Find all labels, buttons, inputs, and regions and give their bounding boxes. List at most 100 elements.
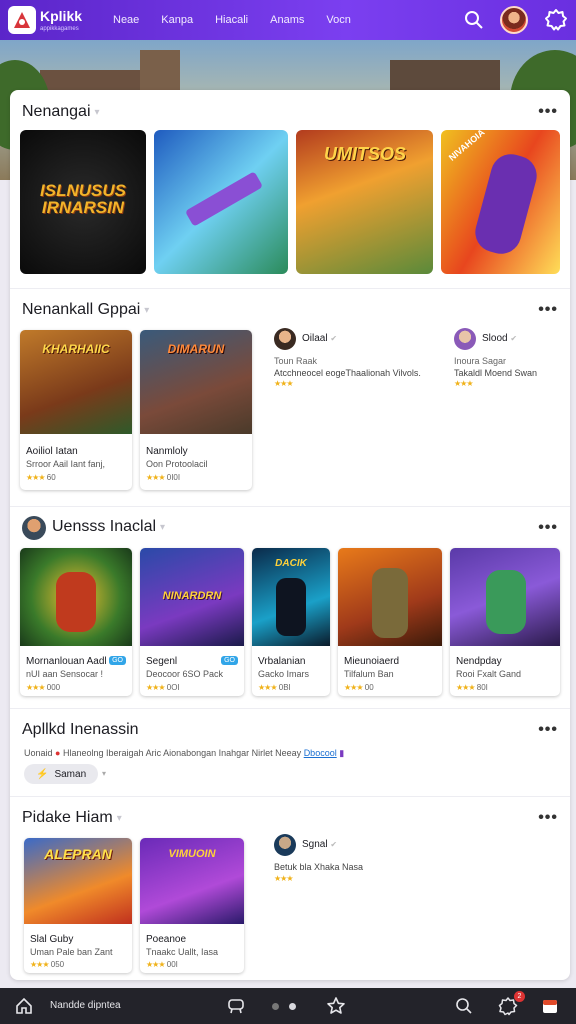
rating-count: 60 xyxy=(46,473,56,482)
game-card-rating: ★★★ 050 xyxy=(30,960,64,969)
game-card-title: Vrbalanian xyxy=(258,656,306,667)
filter-chip[interactable]: ⚡ Saman xyxy=(24,764,99,784)
art-figure xyxy=(486,570,526,634)
calendar-icon[interactable] xyxy=(540,996,560,1016)
featured-tile[interactable]: NIVAHOIA xyxy=(441,130,560,274)
notification-badge: 2 xyxy=(514,991,525,1002)
creator-line1: Toun Raak xyxy=(274,356,318,366)
chevron-down-icon: ▾ xyxy=(94,106,100,118)
game-card-title: Mornanlouan Aadl xyxy=(26,656,107,667)
game-card-rating: ★★★ 00 xyxy=(344,683,374,692)
description-text-2: Hlaneolng Iberaigah Aric Aionabongan Ina… xyxy=(63,748,302,758)
home-icon[interactable] xyxy=(14,996,34,1016)
section-featured: Nenangai ▾ ••• ISLNUSUS IRNARSIN UMITSOS … xyxy=(10,90,570,290)
nav-item-3[interactable]: Hiacali xyxy=(204,14,259,26)
game-card[interactable]: DACIK Vrbalanian Gacko Imars ★★★ 0BI xyxy=(252,548,330,696)
nav-item-5[interactable]: Vocn xyxy=(315,14,361,26)
game-card-title: Mieunoiaerd xyxy=(344,656,400,667)
card-art-title: NINARDRN xyxy=(162,590,222,602)
game-card-subtitle: Oon Protoolacil xyxy=(146,459,208,469)
game-card-title: Nendpday xyxy=(456,656,502,667)
game-card-rating: ★★★ 0I0I xyxy=(146,473,180,482)
more-options-icon[interactable]: ••• xyxy=(538,302,558,318)
description-link[interactable]: Dbocool xyxy=(304,748,337,758)
description-text: Uonaid xyxy=(24,748,53,758)
app-logo[interactable]: Kplikk appikkagames xyxy=(8,6,96,34)
rating-stars: ★★★ xyxy=(30,960,49,969)
more-options-icon[interactable]: ••• xyxy=(538,520,558,536)
controller-icon[interactable] xyxy=(226,996,246,1016)
creator-item[interactable]: Slood ✔︎ Inoura Sagar Takaldl Moend Swan… xyxy=(454,328,564,398)
tile-title-art: NIVAHOIA xyxy=(446,130,487,163)
nav-item-1[interactable]: Neae xyxy=(102,14,150,26)
card-art-title: DACIK xyxy=(275,558,307,569)
game-card[interactable]: KHARHAIIC Aoiliol Iatan Srroor Aail Iant… xyxy=(20,330,132,490)
game-card[interactable]: Mornanlouan Aadl GO nUI aan Sensocar ! ★… xyxy=(20,548,132,696)
chevron-down-icon: ▾ xyxy=(160,521,166,533)
creator-item[interactable]: Sgnal ✔︎ Betuk bla Xhaka Nasa ★★★ xyxy=(274,834,474,894)
user-avatar[interactable] xyxy=(500,6,528,34)
avatar xyxy=(274,328,296,350)
section-title: Apllkd Inenassin xyxy=(22,721,139,739)
search-icon[interactable] xyxy=(464,10,484,30)
game-card[interactable]: Nendpday Rooi Fxalt Gand ★★★ 80I xyxy=(450,548,560,696)
page-dot[interactable] xyxy=(272,1003,279,1010)
divider xyxy=(10,288,570,289)
rating-stars: ★★★ xyxy=(146,960,165,969)
divider xyxy=(10,796,570,797)
art-figure xyxy=(276,578,306,636)
featured-tile[interactable]: ISLNUSUS IRNARSIN xyxy=(20,130,146,274)
game-card-title: Aoiliol Iatan xyxy=(26,446,78,457)
game-card-rating: ★★★ 0BI xyxy=(258,683,291,692)
art-figure xyxy=(56,572,96,632)
game-card-title: Slal Guby xyxy=(30,934,74,945)
tile-title-art: UMITSOS xyxy=(323,144,406,164)
featured-tile[interactable] xyxy=(154,130,288,274)
art-figure xyxy=(372,568,408,638)
rating-stars: ★★★ xyxy=(146,683,165,692)
creator-item[interactable]: Oilaal ✔︎ Toun Raak Atcchneocel eogeThaa… xyxy=(274,328,454,398)
game-card[interactable]: NINARDRN Segenl GO Deocoor 6SO Pack ★★★ … xyxy=(140,548,244,696)
nav-item-4[interactable]: Anams xyxy=(259,14,315,26)
bottom-nav-bar: Nandde dipntea 2 xyxy=(0,988,576,1024)
game-card[interactable]: ALEPRAN Slal Guby Uman Pale ban Zant ★★★… xyxy=(24,838,132,973)
game-card-subtitle: Gacko Imars xyxy=(258,669,310,679)
rating-count: 00I xyxy=(166,960,178,969)
rating-stars: ★★★ xyxy=(456,683,475,692)
game-card-art: DIMARUN xyxy=(140,330,252,434)
game-card-art xyxy=(338,548,442,646)
divider xyxy=(10,506,570,507)
featured-tile[interactable]: UMITSOS xyxy=(296,130,433,274)
section-title: Pidake Hiam ▾ xyxy=(22,809,122,827)
game-card-art xyxy=(20,548,132,646)
card-art-title: KHARHAIIC xyxy=(42,342,110,356)
more-options-icon[interactable]: ••• xyxy=(538,722,558,738)
gear-icon[interactable] xyxy=(544,8,568,32)
more-options-icon[interactable]: ••• xyxy=(538,810,558,826)
chevron-down-icon[interactable]: ▾ xyxy=(102,769,106,778)
game-card-rating: ★★★ 000 xyxy=(26,683,60,692)
logo-wordmark: Kplikk appikkagames xyxy=(40,8,82,32)
star-icon[interactable] xyxy=(326,996,346,1016)
game-card-subtitle: Uman Pale ban Zant xyxy=(30,947,113,957)
game-card[interactable]: DIMARUN Nanmloly Oon Protoolacil ★★★ 0I0… xyxy=(140,330,252,490)
section-title: Nenankall Gppai ▾ xyxy=(22,301,149,319)
game-card-subtitle: Tnaakc Uallt, Iasa xyxy=(146,947,219,957)
creator-line2: Takaldl Moend Swan xyxy=(454,368,538,378)
section-title-text: Nenankall Gppai xyxy=(22,301,141,318)
game-card-art: KHARHAIIC xyxy=(20,330,132,434)
game-card-title: Poeanoe xyxy=(146,934,187,945)
page-dot-active[interactable] xyxy=(289,1003,296,1010)
search-icon[interactable] xyxy=(454,996,474,1016)
tile-art xyxy=(184,171,264,227)
rating-stars: ★★★ xyxy=(344,683,363,692)
game-card-subtitle: nUI aan Sensocar ! xyxy=(26,669,104,679)
nav-item-2[interactable]: Kanpa xyxy=(150,14,204,26)
avatar xyxy=(274,834,296,856)
verified-icon: ✔︎ xyxy=(330,334,338,343)
tile-art xyxy=(470,149,542,259)
more-options-icon[interactable]: ••• xyxy=(538,104,558,120)
game-card[interactable]: VIMUOIN Poeanoe Tnaakc Uallt, Iasa ★★★ 0… xyxy=(140,838,244,973)
creator-line1: Betuk bla Xhaka Nasa xyxy=(274,862,364,872)
game-card[interactable]: Mieunoiaerd Tilfalum Ban ★★★ 00 xyxy=(338,548,442,696)
